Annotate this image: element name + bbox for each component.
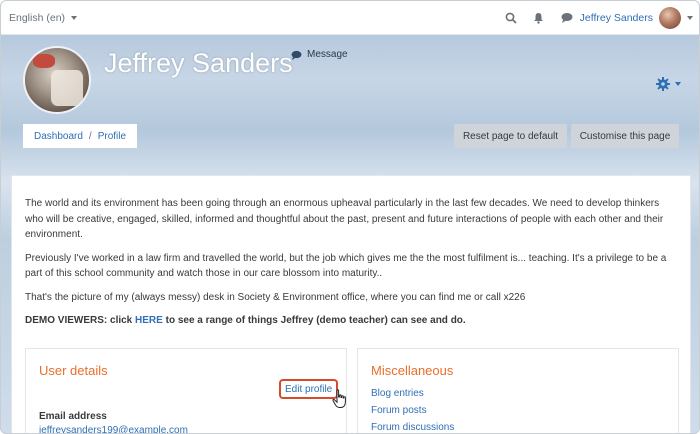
language-label: English (en) [9,11,66,24]
edit-profile-link[interactable]: Edit profile [279,379,339,399]
breadcrumb-separator: / [88,130,92,142]
bio-paragraph-1: The world and its environment has been g… [25,198,664,240]
profile-picture [23,46,91,114]
breadcrumb-profile[interactable]: Profile [98,131,126,142]
breadcrumb-dashboard[interactable]: Dashboard [34,131,83,142]
search-icon[interactable] [504,11,518,25]
avatar[interactable] [659,6,681,29]
browser-frame: English (en) Jeffrey Sanders Jeffrey San… [0,0,700,434]
page-title: Jeffrey Sanders [104,48,293,78]
user-menu[interactable]: Jeffrey Sanders [560,6,693,29]
blog-entries-link[interactable]: Blog entries [371,388,665,399]
message-link[interactable]: Message [291,49,348,60]
reset-page-button[interactable]: Reset page to default [454,124,567,148]
miscellaneous-title: Miscellaneous [371,363,454,378]
breadcrumb: Dashboard / Profile [23,124,138,148]
user-name[interactable]: Jeffrey Sanders [580,12,653,24]
profile-panel: The world and its environment has been g… [11,175,691,433]
forum-discussions-link[interactable]: Forum discussions [371,422,665,433]
chevron-down-icon [687,15,693,20]
hand-cursor-icon [332,389,346,408]
chevron-down-icon [675,82,681,86]
bell-icon[interactable] [532,11,546,25]
forum-posts-link[interactable]: Forum posts [371,405,665,416]
bio-paragraph-2: Previously I've worked in a law firm and… [25,252,667,280]
chat-icon [291,50,302,60]
demo-notice: DEMO VIEWERS: click HERE to see a range … [25,315,466,326]
chat-icon[interactable] [560,11,574,25]
language-menu[interactable]: English (en) [9,11,78,24]
chevron-down-icon [71,15,78,20]
demo-here-link[interactable]: HERE [135,315,163,326]
miscellaneous-card: Miscellaneous Blog entries Forum posts F… [357,348,679,433]
customise-page-button[interactable]: Customise this page [571,124,679,148]
email-value[interactable]: jeffreysanders199@example.com [39,425,333,433]
gear-icon [656,77,670,91]
email-label: Email address [39,411,107,422]
profile-header: Jeffrey Sanders Message Dashboard / Prof… [11,35,691,170]
user-details-card: User details Edit profile Email address … [25,348,347,433]
bio-paragraph-3: That's the picture of my (always messy) … [25,291,526,303]
user-details-title: User details [39,363,108,378]
message-label[interactable]: Message [307,49,348,60]
settings-menu[interactable] [656,77,681,91]
top-navbar: English (en) Jeffrey Sanders [1,1,699,35]
